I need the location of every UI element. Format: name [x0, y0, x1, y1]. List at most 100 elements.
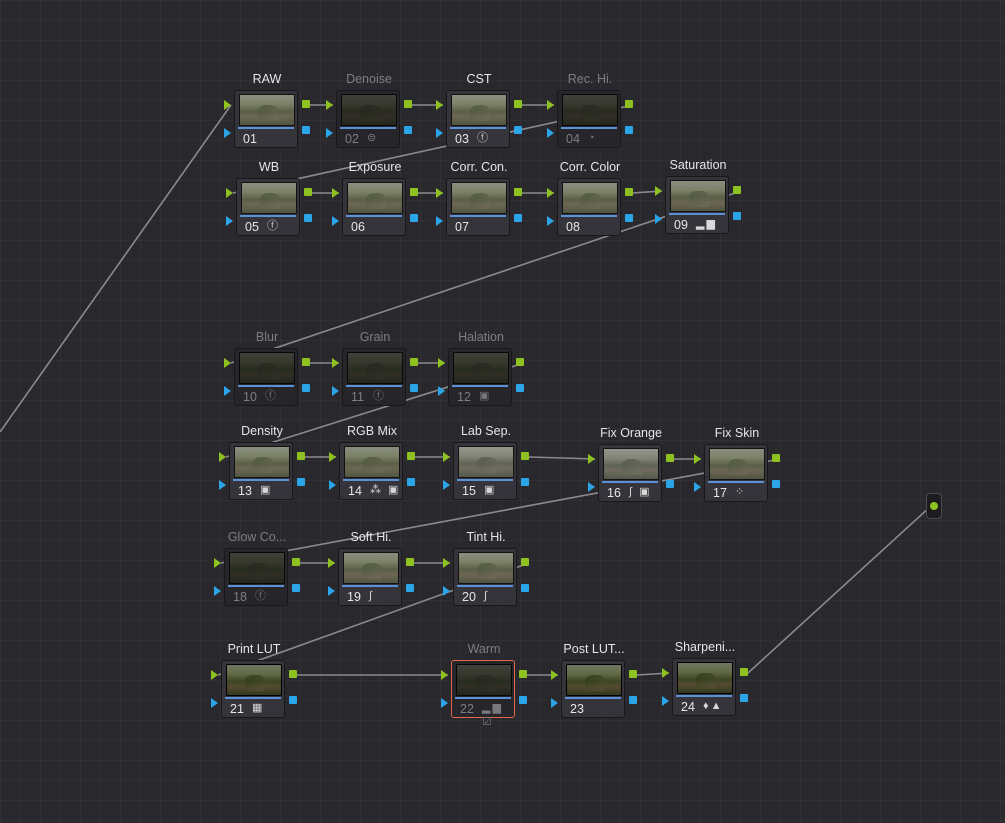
key-output-port-icon[interactable] — [521, 478, 529, 486]
node-07[interactable]: Corr. Con. 07 — [434, 160, 524, 250]
node-body[interactable]: 04 ◔ — [557, 90, 621, 148]
rgb-output-port-icon[interactable] — [297, 452, 305, 460]
key-output-port-icon[interactable] — [625, 126, 633, 134]
node-10[interactable]: Blur 10 ⓕ — [222, 330, 312, 420]
rgb-output-port-icon[interactable] — [772, 454, 780, 462]
rgb-output-port-icon[interactable] — [629, 670, 637, 678]
node-body[interactable]: 15 ▣ — [453, 442, 517, 500]
key-output-port-icon[interactable] — [304, 214, 312, 222]
key-input-port-icon[interactable] — [694, 482, 701, 492]
node-12[interactable]: Halation 12 ▣ — [436, 330, 526, 420]
rgb-input-port-icon[interactable] — [224, 358, 231, 368]
node-04[interactable]: Rec. Hi. 04 ◔ — [545, 72, 635, 162]
key-input-port-icon[interactable] — [588, 482, 595, 492]
output-rgb-port[interactable] — [930, 502, 938, 510]
rgb-input-port-icon[interactable] — [694, 454, 701, 464]
node-body[interactable]: 14 ⁂ ▣ — [339, 442, 403, 500]
node-15[interactable]: Lab Sep. 15 ▣ — [441, 424, 531, 514]
key-input-port-icon[interactable] — [547, 216, 554, 226]
key-input-port-icon[interactable] — [436, 128, 443, 138]
node-body[interactable]: 16 ∫ ▣ — [598, 444, 662, 502]
key-output-port-icon[interactable] — [666, 480, 674, 488]
rgb-output-port-icon[interactable] — [304, 188, 312, 196]
node-body[interactable]: 18 ⓕ — [224, 548, 288, 606]
rgb-output-port-icon[interactable] — [521, 558, 529, 566]
key-input-port-icon[interactable] — [211, 698, 218, 708]
key-output-port-icon[interactable] — [302, 126, 310, 134]
node-body[interactable]: 11 ⓕ — [342, 348, 406, 406]
node-body[interactable]: 10 ⓕ — [234, 348, 298, 406]
key-output-port-icon[interactable] — [629, 696, 637, 704]
rgb-input-port-icon[interactable] — [436, 188, 443, 198]
rgb-input-port-icon[interactable] — [551, 670, 558, 680]
key-output-port-icon[interactable] — [410, 384, 418, 392]
key-output-port-icon[interactable] — [516, 384, 524, 392]
rgb-input-port-icon[interactable] — [547, 188, 554, 198]
node-03[interactable]: CST 03 ⓕ — [434, 72, 524, 162]
rgb-input-port-icon[interactable] — [211, 670, 218, 680]
node-body[interactable]: 01 — [234, 90, 298, 148]
key-input-port-icon[interactable] — [438, 386, 445, 396]
rgb-output-port-icon[interactable] — [410, 358, 418, 366]
rgb-input-port-icon[interactable] — [332, 188, 339, 198]
node-24[interactable]: Sharpeni... 24 ♦▲ — [660, 640, 750, 730]
rgb-input-port-icon[interactable] — [226, 188, 233, 198]
key-input-port-icon[interactable] — [443, 480, 450, 490]
node-11[interactable]: Grain 11 ⓕ — [330, 330, 420, 420]
rgb-input-port-icon[interactable] — [214, 558, 221, 568]
key-output-port-icon[interactable] — [514, 126, 522, 134]
rgb-input-port-icon[interactable] — [436, 100, 443, 110]
node-17[interactable]: Fix Skin 17 ⁘ — [692, 426, 782, 516]
rgb-output-port-icon[interactable] — [514, 100, 522, 108]
rgb-input-port-icon[interactable] — [441, 670, 448, 680]
node-body[interactable]: 17 ⁘ — [704, 444, 768, 502]
node-02[interactable]: Denoise 02 ⊜ — [324, 72, 414, 162]
key-output-port-icon[interactable] — [302, 384, 310, 392]
node-06[interactable]: Exposure 06 — [330, 160, 420, 250]
rgb-output-port-icon[interactable] — [519, 670, 527, 678]
rgb-input-port-icon[interactable] — [547, 100, 554, 110]
node-body[interactable]: 19 ∫ — [338, 548, 402, 606]
rgb-input-port-icon[interactable] — [443, 452, 450, 462]
rgb-output-port-icon[interactable] — [514, 188, 522, 196]
key-output-port-icon[interactable] — [292, 584, 300, 592]
key-output-port-icon[interactable] — [404, 126, 412, 134]
key-output-port-icon[interactable] — [289, 696, 297, 704]
rgb-output-port-icon[interactable] — [740, 668, 748, 676]
key-input-port-icon[interactable] — [224, 128, 231, 138]
rgb-output-port-icon[interactable] — [292, 558, 300, 566]
key-input-port-icon[interactable] — [332, 216, 339, 226]
key-input-port-icon[interactable] — [441, 698, 448, 708]
rgb-output-port-icon[interactable] — [625, 188, 633, 196]
key-output-port-icon[interactable] — [733, 212, 741, 220]
node-body[interactable]: 07 — [446, 178, 510, 236]
key-output-port-icon[interactable] — [297, 478, 305, 486]
node-23[interactable]: Post LUT... 23 — [549, 642, 639, 732]
key-input-port-icon[interactable] — [662, 696, 669, 706]
key-input-port-icon[interactable] — [655, 214, 662, 224]
node-body[interactable]: 20 ∫ — [453, 548, 517, 606]
rgb-input-port-icon[interactable] — [219, 452, 226, 462]
node-21[interactable]: Print LUT 21 ▦ — [209, 642, 299, 732]
key-input-port-icon[interactable] — [328, 586, 335, 596]
node-body[interactable]: 08 — [557, 178, 621, 236]
rgb-input-port-icon[interactable] — [662, 668, 669, 678]
node-20[interactable]: Tint Hi. 20 ∫ — [441, 530, 531, 620]
node-08[interactable]: Corr. Color 08 — [545, 160, 635, 250]
key-output-port-icon[interactable] — [519, 696, 527, 704]
rgb-input-port-icon[interactable] — [329, 452, 336, 462]
rgb-output-port-icon[interactable] — [410, 188, 418, 196]
key-input-port-icon[interactable] — [547, 128, 554, 138]
key-input-port-icon[interactable] — [326, 128, 333, 138]
rgb-output-port-icon[interactable] — [625, 100, 633, 108]
rgb-output-port-icon[interactable] — [733, 186, 741, 194]
rgb-input-port-icon[interactable] — [326, 100, 333, 110]
key-input-port-icon[interactable] — [329, 480, 336, 490]
key-output-port-icon[interactable] — [410, 214, 418, 222]
node-13[interactable]: Density 13 ▣ — [217, 424, 307, 514]
node-19[interactable]: Soft Hi. 19 ∫ — [326, 530, 416, 620]
node-16[interactable]: Fix Orange 16 ∫ ▣ — [586, 426, 676, 516]
rgb-input-port-icon[interactable] — [224, 100, 231, 110]
key-input-port-icon[interactable] — [551, 698, 558, 708]
key-output-port-icon[interactable] — [740, 694, 748, 702]
